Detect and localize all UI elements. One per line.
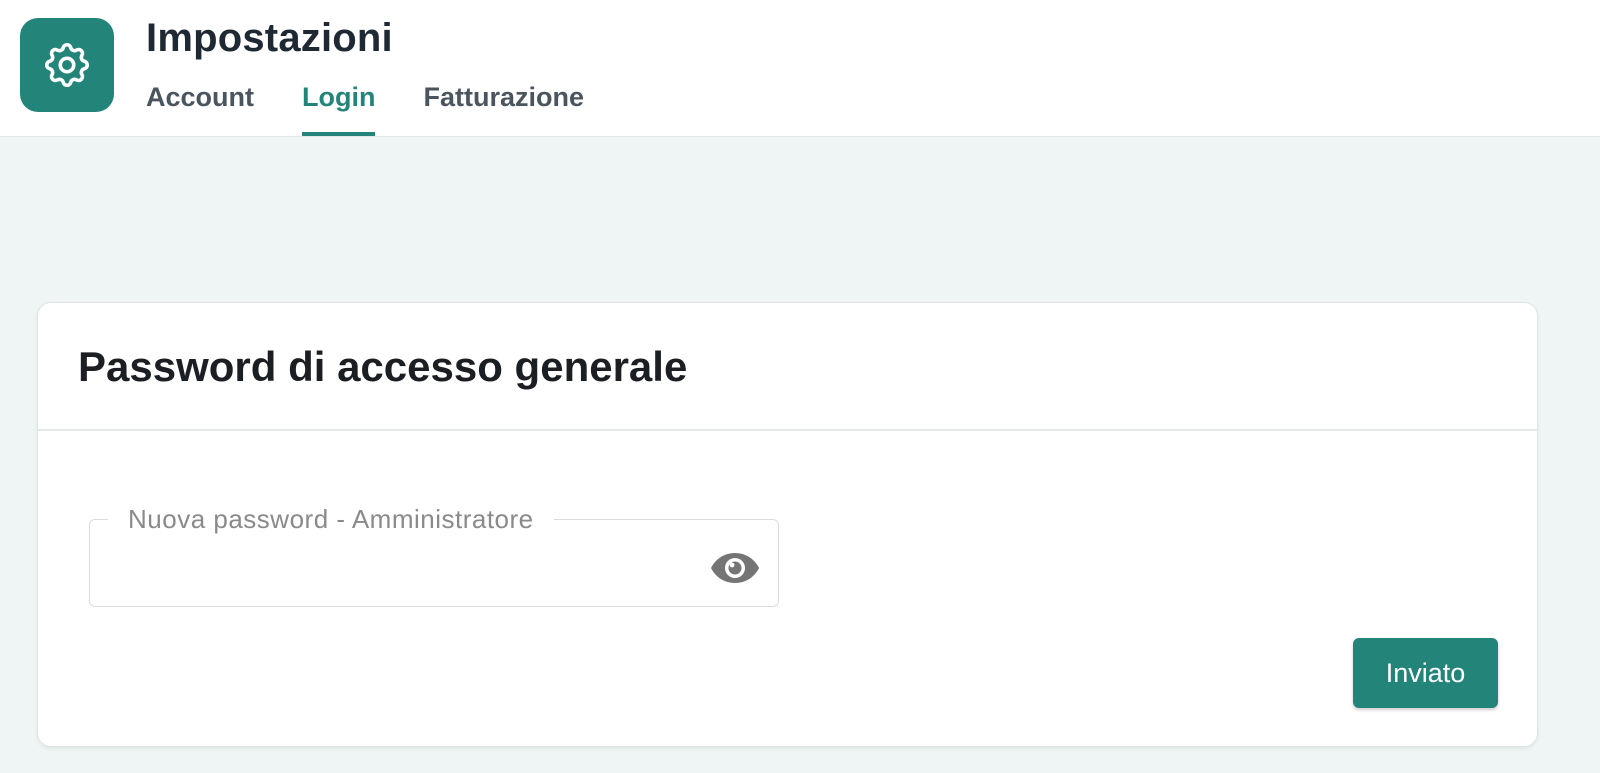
admin-password-input[interactable] xyxy=(110,548,674,590)
toggle-password-visibility-button[interactable] xyxy=(708,548,762,588)
gear-icon xyxy=(44,42,90,88)
card-title: Password di accesso generale xyxy=(78,343,688,390)
tab-account[interactable]: Account xyxy=(146,82,254,136)
settings-app-icon xyxy=(20,18,114,112)
eye-icon xyxy=(711,553,759,583)
card-header: Password di accesso generale xyxy=(38,303,1537,431)
settings-tabs: Account Login Fatturazione xyxy=(146,82,632,136)
admin-password-label: Nuova password - Amministratore xyxy=(108,504,554,534)
page-title: Impostazioni xyxy=(146,16,393,60)
top-bar: Impostazioni Account Login Fatturazione xyxy=(0,0,1600,137)
tab-fatturazione[interactable]: Fatturazione xyxy=(423,82,584,136)
admin-password-field[interactable]: Nuova password - Amministratore xyxy=(89,504,779,607)
tab-login[interactable]: Login xyxy=(302,82,376,136)
submit-button[interactable]: Inviato xyxy=(1353,638,1498,708)
password-card: Password di accesso generale Nuova passw… xyxy=(37,302,1538,747)
